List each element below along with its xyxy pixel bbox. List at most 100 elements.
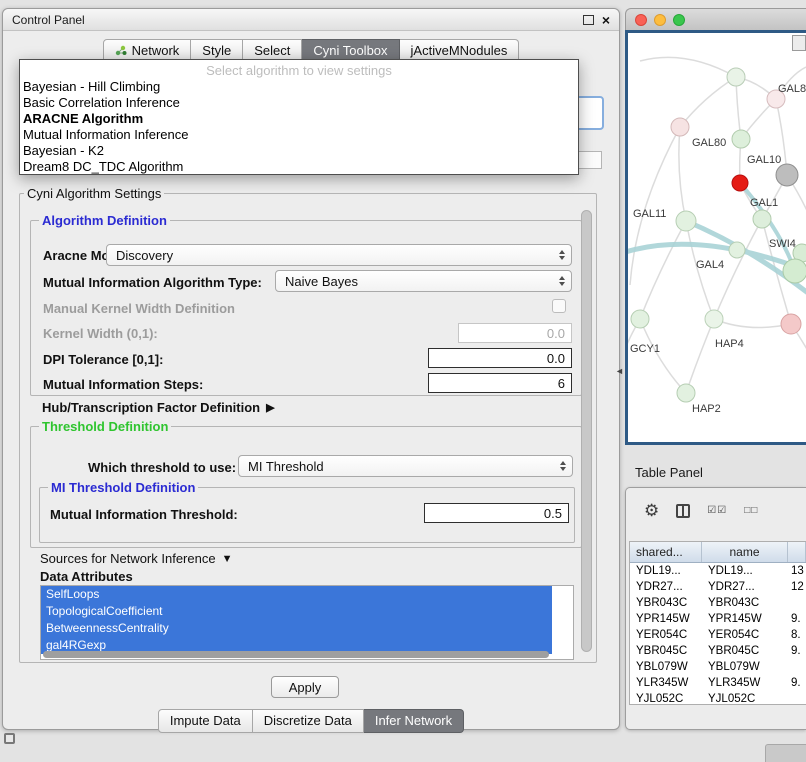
horizontal-scrollbar-thumb[interactable]	[43, 651, 549, 658]
cell: YER054C	[630, 629, 702, 641]
tab-label: Style	[202, 43, 231, 58]
tab-label: Impute Data	[170, 713, 241, 728]
kernel-width-field[interactable]: 0.0	[458, 323, 572, 343]
dpi-tolerance-label: DPI Tolerance [0,1]:	[43, 352, 163, 367]
apply-button[interactable]: Apply	[271, 676, 339, 698]
unselect-all-boxes-icon[interactable]: □□	[744, 505, 758, 516]
table-panel-title: Table Panel	[635, 465, 703, 480]
network-node[interactable]	[783, 259, 806, 283]
network-node[interactable]	[631, 310, 649, 328]
minimize-traffic-light[interactable]	[654, 14, 666, 26]
list-item[interactable]: TopologicalCoefficient	[41, 603, 552, 620]
network-node[interactable]	[676, 211, 696, 231]
column-header-extra[interactable]	[788, 542, 806, 562]
table-row[interactable]: YPR145W YPR145W 9.	[630, 611, 806, 627]
collapse-down-icon: ▼	[222, 553, 233, 565]
control-panel-titlebar[interactable]: Control Panel ×	[3, 9, 619, 31]
cell: 13	[788, 565, 806, 577]
table-row[interactable]: YDL19... YDL19... 13	[630, 563, 806, 579]
network-node-neutral[interactable]	[776, 164, 798, 186]
sources-section-toggle[interactable]: Sources for Network Inference ▼	[40, 551, 232, 566]
network-node[interactable]	[753, 210, 771, 228]
settings-scrollbar[interactable]	[581, 210, 593, 652]
tab-impute-data[interactable]: Impute Data	[158, 709, 253, 733]
table-row[interactable]: YBR043C YBR043C	[630, 595, 806, 611]
data-attributes-list[interactable]: SelfLoops TopologicalCoefficient Between…	[40, 585, 574, 660]
algorithm-definition-group: Algorithm Definition Aracne Mode: Discov…	[30, 220, 582, 396]
cell: 9.	[788, 613, 806, 625]
column-header-shared[interactable]: shared...	[630, 542, 702, 562]
node-label: GCY1	[630, 343, 660, 355]
list-item[interactable]: SelfLoops	[41, 586, 552, 603]
collapsed-panel-icon[interactable]	[4, 733, 15, 744]
network-corner-widget[interactable]	[792, 35, 806, 51]
cyni-algorithm-settings-group: Cyni Algorithm Settings Algorithm Defini…	[19, 193, 597, 663]
table-panel-window: ⚙ ☑☑ □□ shared... name YDL19... YDL19...…	[625, 487, 806, 730]
close-traffic-light[interactable]	[635, 14, 647, 26]
dropdown-placeholder: Select algorithm to view settings	[20, 62, 578, 79]
table-row[interactable]: YER054C YER054C 8.	[630, 627, 806, 643]
column-header-name[interactable]: name	[702, 542, 788, 562]
field-value: 6	[558, 376, 565, 391]
zoom-traffic-light[interactable]	[673, 14, 685, 26]
node-label: GAL8	[778, 83, 806, 95]
network-node[interactable]	[729, 242, 745, 258]
mi-algorithm-type-select[interactable]: Naive Bayes	[275, 270, 572, 292]
network-canvas[interactable]: GAL8 GAL80 GAL10 GAL1 GAL11 SWI4 GAL4 GC…	[625, 30, 806, 445]
aracne-mode-select[interactable]: Discovery	[106, 244, 572, 266]
cell: YLR345W	[630, 677, 702, 689]
dropdown-item-selected[interactable]: ARACNE Algorithm	[20, 111, 578, 127]
dropdown-item[interactable]: Mutual Information Inference	[20, 127, 578, 143]
dropdown-item[interactable]: Bayesian - Hill Climbing	[20, 79, 578, 95]
cell: YJL052C	[630, 693, 702, 705]
panel-splitter-arrow-icon[interactable]: ◄	[615, 366, 624, 376]
tab-label: Infer Network	[375, 713, 452, 728]
network-view-window: GAL8 GAL80 GAL10 GAL1 GAL11 SWI4 GAL4 GC…	[625, 8, 806, 445]
manual-kernel-width-checkbox[interactable]	[552, 299, 566, 313]
mi-threshold-label: Mutual Information Threshold:	[50, 507, 238, 522]
gear-icon[interactable]: ⚙	[644, 502, 659, 519]
columns-icon[interactable]	[676, 504, 690, 518]
table-row[interactable]: YJL052C YJL052C	[630, 691, 806, 705]
cell: YPR145W	[630, 613, 702, 625]
tab-infer-network[interactable]: Infer Network	[364, 709, 464, 733]
dropdown-item[interactable]: Dream8 DC_TDC Algorithm	[20, 159, 578, 175]
network-icon	[115, 45, 127, 56]
cell: YLR345W	[702, 677, 788, 689]
table-row[interactable]: YLR345W YLR345W 9.	[630, 675, 806, 691]
float-window-icon[interactable]	[583, 15, 594, 25]
network-node[interactable]	[671, 118, 689, 136]
table-row[interactable]: YBL079W YBL079W	[630, 659, 806, 675]
network-node[interactable]	[727, 68, 745, 86]
field-value: 0.0	[547, 351, 565, 366]
cell: YJL052C	[702, 693, 788, 705]
bottom-right-window-fragment	[765, 744, 806, 762]
mi-threshold-field[interactable]: 0.5	[424, 503, 569, 523]
cell: YDR27...	[630, 581, 702, 593]
node-label: GAL4	[696, 259, 724, 271]
node-label: GAL11	[633, 208, 666, 220]
dpi-tolerance-field[interactable]: 0.0	[428, 348, 572, 368]
list-item[interactable]: BetweennessCentrality	[41, 620, 552, 637]
network-node[interactable]	[677, 384, 695, 402]
cell: 9.	[788, 645, 806, 657]
network-node-highlighted[interactable]	[732, 175, 748, 191]
tab-discretize-data[interactable]: Discretize Data	[253, 709, 364, 733]
close-icon[interactable]: ×	[602, 13, 610, 27]
tab-label: Discretize Data	[264, 713, 352, 728]
select-all-checks-icon[interactable]: ☑☑	[707, 505, 727, 516]
table-row[interactable]: YDR27... YDR27... 12	[630, 579, 806, 595]
network-node-pink[interactable]	[781, 314, 801, 334]
network-window-titlebar[interactable]	[625, 8, 806, 30]
network-node[interactable]	[732, 130, 750, 148]
which-threshold-select[interactable]: MI Threshold	[238, 455, 573, 477]
dropdown-item[interactable]: Bayesian - K2	[20, 143, 578, 159]
tab-label: Cyni Toolbox	[313, 43, 387, 58]
hub-section-toggle[interactable]: Hub/Transcription Factor Definition ▶	[42, 400, 275, 415]
mi-steps-field[interactable]: 6	[428, 373, 572, 393]
dropdown-item[interactable]: Basic Correlation Inference	[20, 95, 578, 111]
network-node[interactable]	[705, 310, 723, 328]
scrollbar-thumb[interactable]	[581, 210, 592, 652]
cell: YER054C	[702, 629, 788, 641]
table-row[interactable]: YBR045C YBR045C 9.	[630, 643, 806, 659]
